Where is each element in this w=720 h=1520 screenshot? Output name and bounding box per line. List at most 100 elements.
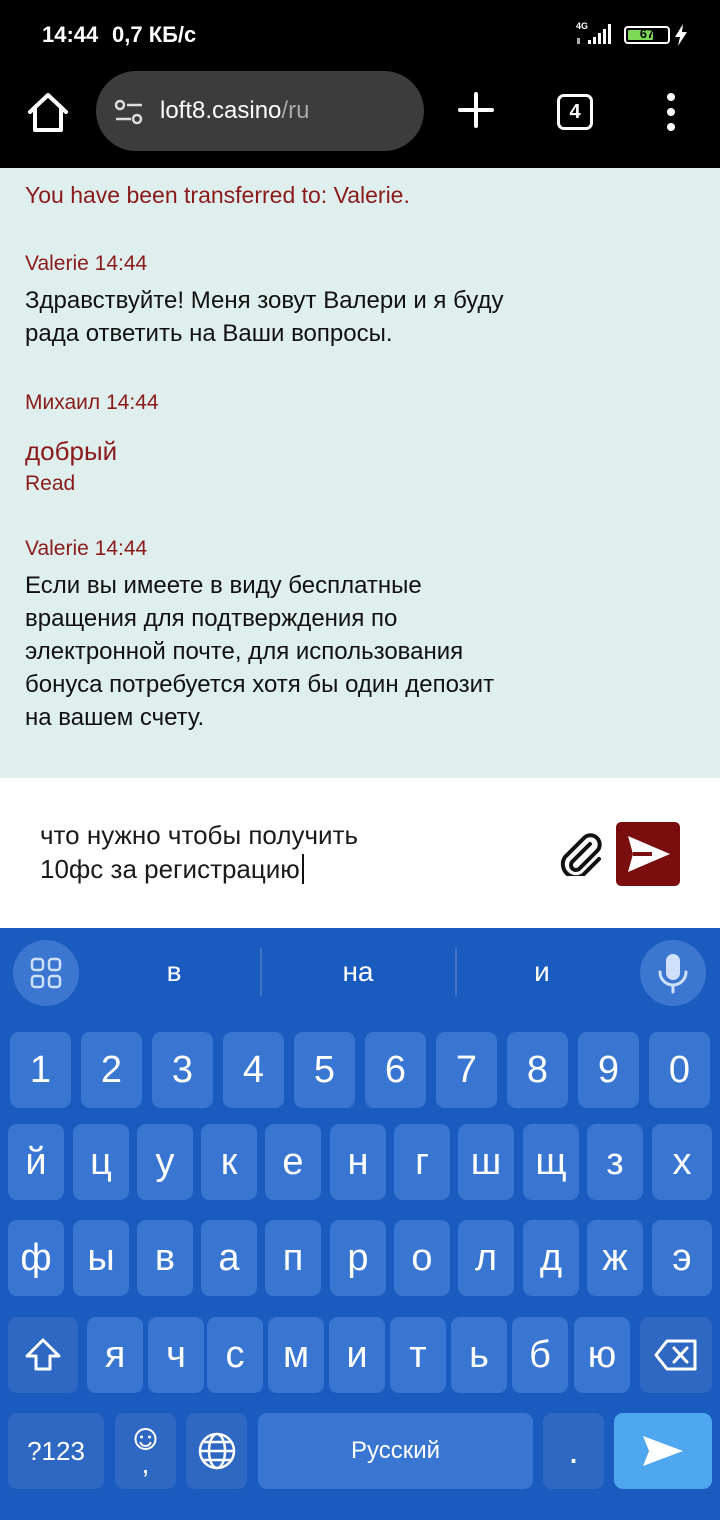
key[interactable]: й xyxy=(8,1124,64,1200)
key[interactable]: 6 xyxy=(365,1032,426,1108)
key[interactable]: х xyxy=(652,1124,712,1200)
key[interactable]: в xyxy=(137,1220,193,1296)
space-key[interactable]: Русский xyxy=(258,1413,533,1489)
read-receipt: Read xyxy=(25,472,76,495)
soft-keyboard: в на и 1 2 3 4 5 6 7 8 9 0 й ц у к е н г… xyxy=(0,928,720,1520)
key[interactable]: ж xyxy=(587,1220,643,1296)
grid-icon xyxy=(30,957,62,989)
key[interactable]: ц xyxy=(73,1124,129,1200)
key[interactable]: л xyxy=(458,1220,514,1296)
input-line: что нужно чтобы получить xyxy=(40,820,359,850)
suggestion[interactable]: в xyxy=(84,956,264,988)
key[interactable]: 0 xyxy=(649,1032,710,1108)
keyboard-menu-button[interactable] xyxy=(13,940,79,1006)
comma-glyph: , xyxy=(141,1448,149,1479)
key[interactable]: и xyxy=(329,1317,385,1393)
key[interactable]: 5 xyxy=(294,1032,355,1108)
backspace-icon xyxy=(654,1339,697,1371)
address-bar[interactable]: loft8.casino/ru xyxy=(96,71,424,151)
suggestion[interactable]: и xyxy=(452,956,632,988)
globe-icon xyxy=(198,1432,235,1470)
paperclip-icon[interactable] xyxy=(556,832,606,876)
message-line: бонуса потребуется хотя бы один депозит xyxy=(25,671,495,698)
key[interactable]: 1 xyxy=(10,1032,71,1108)
key[interactable]: у xyxy=(137,1124,193,1200)
message-line: на вашем счету. xyxy=(25,704,205,731)
key[interactable]: б xyxy=(512,1317,568,1393)
key[interactable]: к xyxy=(201,1124,257,1200)
key[interactable]: 8 xyxy=(507,1032,568,1108)
key[interactable]: ю xyxy=(574,1317,630,1393)
key[interactable]: 4 xyxy=(223,1032,284,1108)
network-speed: 0,7 КБ/с xyxy=(112,22,197,47)
suggestion[interactable]: на xyxy=(268,956,448,988)
site-settings-icon[interactable] xyxy=(114,99,144,125)
key[interactable]: з xyxy=(587,1124,643,1200)
user-message: добрый xyxy=(25,436,118,466)
message-line: вращения для подтверждения по xyxy=(25,605,398,632)
key[interactable]: е xyxy=(265,1124,321,1200)
url-host: loft8.casino xyxy=(160,97,282,124)
tabs-icon[interactable]: 4 xyxy=(557,94,593,130)
message-meta: Михаил 14:44 xyxy=(25,391,159,414)
new-tab-icon[interactable] xyxy=(458,92,494,128)
shift-icon xyxy=(25,1338,61,1371)
url-text: loft8.casino/ru xyxy=(160,97,309,125)
key[interactable]: э xyxy=(652,1220,712,1296)
more-icon[interactable] xyxy=(666,92,676,132)
backspace-key[interactable] xyxy=(640,1317,712,1393)
battery-icon: 67 xyxy=(624,26,670,44)
shift-key[interactable] xyxy=(8,1317,78,1393)
charging-icon xyxy=(675,24,687,46)
key[interactable]: 9 xyxy=(578,1032,639,1108)
key[interactable]: н xyxy=(330,1124,386,1200)
key[interactable]: я xyxy=(87,1317,143,1393)
key[interactable]: ч xyxy=(148,1317,204,1393)
key[interactable]: ф xyxy=(8,1220,64,1296)
key[interactable]: ь xyxy=(451,1317,507,1393)
period-key[interactable]: . xyxy=(543,1413,604,1489)
key[interactable]: п xyxy=(265,1220,321,1296)
key[interactable]: д xyxy=(523,1220,579,1296)
key[interactable]: 7 xyxy=(436,1032,497,1108)
key[interactable]: т xyxy=(390,1317,446,1393)
message-input[interactable]: что нужно чтобы получить 10фс за регистр… xyxy=(40,818,510,886)
browser-toolbar: loft8.casino/ru 4 xyxy=(0,70,720,168)
signal-icon: 4G xyxy=(576,21,611,44)
key[interactable]: ш xyxy=(458,1124,514,1200)
key[interactable]: с xyxy=(207,1317,263,1393)
system-message: You have been transferred to: Valerie. xyxy=(25,182,410,208)
message-line: рада ответить на Ваши вопросы. xyxy=(25,320,393,347)
input-line: 10фс за регистрацию xyxy=(40,854,300,884)
message-composer: что нужно чтобы получить 10фс за регистр… xyxy=(0,778,720,928)
url-path: /ru xyxy=(281,97,310,124)
key[interactable]: м xyxy=(268,1317,324,1393)
key[interactable]: ы xyxy=(73,1220,129,1296)
battery-level: 67 xyxy=(639,26,655,41)
key[interactable]: а xyxy=(201,1220,257,1296)
network-type: 4G xyxy=(576,21,588,31)
key[interactable]: р xyxy=(330,1220,386,1296)
agent-message: Если вы имеете в виду бесплатные вращени… xyxy=(25,569,605,734)
enter-key[interactable] xyxy=(614,1413,712,1489)
key[interactable]: щ xyxy=(523,1124,579,1200)
input-line-last: 10фс за регистрацию xyxy=(40,852,510,886)
divider xyxy=(260,948,262,996)
language-key[interactable] xyxy=(186,1413,247,1489)
chat-transcript[interactable]: You have been transferred to: Valerie. V… xyxy=(0,168,720,778)
key[interactable]: 2 xyxy=(81,1032,142,1108)
send-button[interactable] xyxy=(616,822,680,886)
status-time: 14:44 xyxy=(42,22,99,47)
text-caret xyxy=(301,854,304,884)
home-icon[interactable] xyxy=(26,90,70,134)
message-line: электронной почте, для использования xyxy=(25,638,464,665)
key[interactable]: 3 xyxy=(152,1032,213,1108)
emoji-comma-key[interactable]: , xyxy=(115,1413,176,1489)
key[interactable]: г xyxy=(394,1124,450,1200)
symbols-key[interactable]: ?123 xyxy=(8,1413,104,1489)
voice-input-button[interactable] xyxy=(640,940,706,1006)
send-arrow-icon xyxy=(643,1436,683,1466)
key[interactable]: о xyxy=(394,1220,450,1296)
send-icon xyxy=(628,836,670,872)
suggestion-strip: в на и xyxy=(0,928,720,1024)
